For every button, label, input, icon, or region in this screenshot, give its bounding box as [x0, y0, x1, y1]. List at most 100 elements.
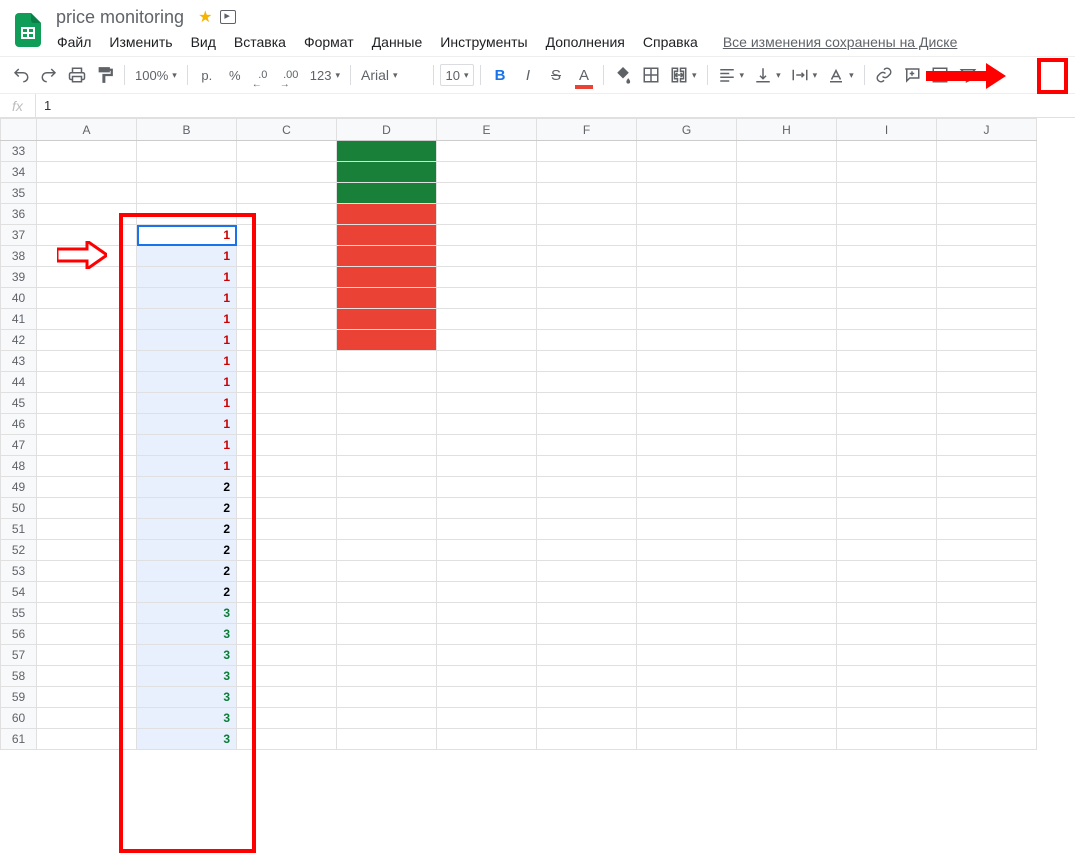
cell-A41[interactable]	[37, 309, 137, 330]
cell-D41[interactable]	[337, 309, 437, 330]
cell-E59[interactable]	[437, 687, 537, 708]
cell-C53[interactable]	[237, 561, 337, 582]
cell-J39[interactable]	[937, 267, 1037, 288]
column-header-C[interactable]: C	[237, 119, 337, 141]
cell-B49[interactable]: 2	[137, 477, 237, 498]
cell-F35[interactable]	[537, 183, 637, 204]
row-header-37[interactable]: 37	[1, 225, 37, 246]
row-header-35[interactable]: 35	[1, 183, 37, 204]
cell-B44[interactable]: 1	[137, 372, 237, 393]
cell-F43[interactable]	[537, 351, 637, 372]
cell-F47[interactable]	[537, 435, 637, 456]
cell-A50[interactable]	[37, 498, 137, 519]
cell-B51[interactable]: 2	[137, 519, 237, 540]
cell-E43[interactable]	[437, 351, 537, 372]
cell-F56[interactable]	[537, 624, 637, 645]
cell-D59[interactable]	[337, 687, 437, 708]
cell-D39[interactable]	[337, 267, 437, 288]
cell-B45[interactable]: 1	[137, 393, 237, 414]
fill-color-button[interactable]	[610, 62, 636, 88]
cell-J37[interactable]	[937, 225, 1037, 246]
cell-E45[interactable]	[437, 393, 537, 414]
save-status-link[interactable]: Все изменения сохранены на Диске	[723, 34, 958, 50]
cell-I61[interactable]	[837, 729, 937, 750]
cell-A51[interactable]	[37, 519, 137, 540]
cell-B55[interactable]: 3	[137, 603, 237, 624]
cell-J46[interactable]	[937, 414, 1037, 435]
cell-G44[interactable]	[637, 372, 737, 393]
cell-I46[interactable]	[837, 414, 937, 435]
cell-F55[interactable]	[537, 603, 637, 624]
cell-H37[interactable]	[737, 225, 837, 246]
row-header-53[interactable]: 53	[1, 561, 37, 582]
cell-J51[interactable]	[937, 519, 1037, 540]
column-header-B[interactable]: B	[137, 119, 237, 141]
cell-E54[interactable]	[437, 582, 537, 603]
cell-C60[interactable]	[237, 708, 337, 729]
cell-G47[interactable]	[637, 435, 737, 456]
cell-C50[interactable]	[237, 498, 337, 519]
cell-C57[interactable]	[237, 645, 337, 666]
number-format-dropdown[interactable]: 123	[306, 62, 344, 88]
cell-F42[interactable]	[537, 330, 637, 351]
cell-C54[interactable]	[237, 582, 337, 603]
cell-I37[interactable]	[837, 225, 937, 246]
row-header-38[interactable]: 38	[1, 246, 37, 267]
cell-H58[interactable]	[737, 666, 837, 687]
spreadsheet-grid[interactable]: ABCDEFGHIJ333435363713813914014114214314…	[0, 118, 1075, 750]
cell-A56[interactable]	[37, 624, 137, 645]
cell-J43[interactable]	[937, 351, 1037, 372]
strikethrough-button[interactable]: S	[543, 62, 569, 88]
cell-F58[interactable]	[537, 666, 637, 687]
cell-A60[interactable]	[37, 708, 137, 729]
cell-H50[interactable]	[737, 498, 837, 519]
cell-H54[interactable]	[737, 582, 837, 603]
cell-H47[interactable]	[737, 435, 837, 456]
cell-E53[interactable]	[437, 561, 537, 582]
cell-J42[interactable]	[937, 330, 1037, 351]
row-header-51[interactable]: 51	[1, 519, 37, 540]
cell-I41[interactable]	[837, 309, 937, 330]
cell-E58[interactable]	[437, 666, 537, 687]
row-header-56[interactable]: 56	[1, 624, 37, 645]
cell-H46[interactable]	[737, 414, 837, 435]
cell-C47[interactable]	[237, 435, 337, 456]
cell-G39[interactable]	[637, 267, 737, 288]
row-header-34[interactable]: 34	[1, 162, 37, 183]
cell-G50[interactable]	[637, 498, 737, 519]
cell-C33[interactable]	[237, 141, 337, 162]
cell-E60[interactable]	[437, 708, 537, 729]
row-header-44[interactable]: 44	[1, 372, 37, 393]
cell-I58[interactable]	[837, 666, 937, 687]
cell-J58[interactable]	[937, 666, 1037, 687]
row-header-48[interactable]: 48	[1, 456, 37, 477]
cell-J33[interactable]	[937, 141, 1037, 162]
cell-G57[interactable]	[637, 645, 737, 666]
row-header-54[interactable]: 54	[1, 582, 37, 603]
row-header-52[interactable]: 52	[1, 540, 37, 561]
cell-E55[interactable]	[437, 603, 537, 624]
cell-D57[interactable]	[337, 645, 437, 666]
cell-A37[interactable]	[37, 225, 137, 246]
star-icon[interactable]: ★	[198, 7, 212, 27]
cell-E47[interactable]	[437, 435, 537, 456]
row-header-33[interactable]: 33	[1, 141, 37, 162]
cell-H33[interactable]	[737, 141, 837, 162]
cell-C44[interactable]	[237, 372, 337, 393]
paint-format-button[interactable]	[92, 62, 118, 88]
row-header-59[interactable]: 59	[1, 687, 37, 708]
cell-G48[interactable]	[637, 456, 737, 477]
cell-C45[interactable]	[237, 393, 337, 414]
cell-D50[interactable]	[337, 498, 437, 519]
cell-G53[interactable]	[637, 561, 737, 582]
cell-B48[interactable]: 1	[137, 456, 237, 477]
cell-F40[interactable]	[537, 288, 637, 309]
cell-G36[interactable]	[637, 204, 737, 225]
cell-C38[interactable]	[237, 246, 337, 267]
column-header-I[interactable]: I	[837, 119, 937, 141]
cell-D60[interactable]	[337, 708, 437, 729]
cell-F53[interactable]	[537, 561, 637, 582]
cell-J52[interactable]	[937, 540, 1037, 561]
cell-G54[interactable]	[637, 582, 737, 603]
zoom-dropdown[interactable]: 100%	[131, 62, 181, 88]
